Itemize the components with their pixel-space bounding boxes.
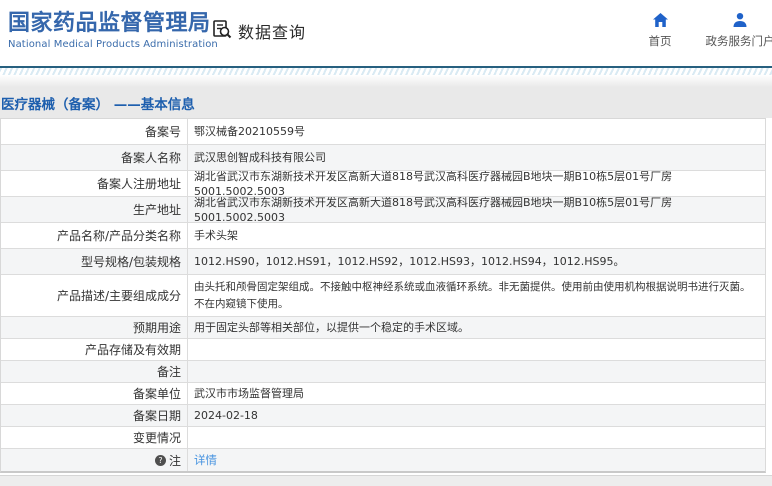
- logo-subtitle: National Medical Products Administration: [8, 39, 218, 50]
- row-value: 鄂汉械备20210559号: [194, 125, 305, 138]
- row-label: 变更情况: [1, 427, 188, 448]
- note-icon: [154, 454, 166, 466]
- table-row: 备注: [1, 361, 765, 383]
- row-label: 生产地址: [1, 197, 188, 222]
- page-footer-strip: [0, 475, 772, 486]
- note-row-label: 注: [1, 449, 188, 471]
- details-link[interactable]: 详情: [194, 453, 217, 468]
- row-value: 湖北省武汉市东湖新技术开发区高新大道818号武汉高科医疗器械园B地块一期B10栋…: [194, 171, 673, 196]
- basic-info-table: 备案号 鄂汉械备20210559号 备案人名称 武汉思创智成科技有限公司 备案人…: [0, 118, 766, 473]
- data-query-icon: [211, 18, 233, 44]
- data-query-label: 数据查询: [238, 23, 307, 42]
- logo-title: 国家药品监督管理局: [8, 11, 211, 36]
- row-label: 型号规格/包装规格: [1, 249, 188, 274]
- page-title-bar: 医疗器械（备案） ——基本信息: [0, 87, 772, 118]
- site-header: 国家药品监督管理局 National Medical Products Admi…: [0, 0, 772, 66]
- table-row: 备案日期 2024-02-18: [1, 405, 765, 427]
- user-icon: [700, 12, 772, 28]
- nav-home[interactable]: 首页: [638, 12, 682, 49]
- row-label: 注: [168, 453, 181, 468]
- row-value: [188, 427, 765, 448]
- table-row: 注 详情: [1, 449, 765, 471]
- row-value: 手术头架: [194, 229, 238, 242]
- row-label: 产品名称/产品分类名称: [1, 223, 188, 248]
- row-value: [188, 361, 765, 382]
- row-value: 由头托和颅骨固定架组成。不接触中枢神经系统或血液循环系统。非无菌提供。使用前由使…: [194, 280, 751, 310]
- fade-band: [0, 75, 772, 87]
- nav-home-label: 首页: [648, 34, 672, 48]
- nav-portal-label: 政务服务门户: [705, 34, 772, 48]
- table-row: 预期用途 用于固定头部等相关部位，以提供一个稳定的手术区域。: [1, 317, 765, 339]
- nav-portal[interactable]: 政务服务门户: [700, 12, 772, 49]
- table-row: 产品描述/主要组成成分 由头托和颅骨固定架组成。不接触中枢神经系统或血液循环系统…: [1, 275, 765, 317]
- row-label: 备注: [1, 361, 188, 382]
- table-row: 备案人注册地址 湖北省武汉市东湖新技术开发区高新大道818号武汉高科医疗器械园B…: [1, 171, 765, 197]
- row-label: 备案单位: [1, 383, 188, 404]
- table-row: 型号规格/包装规格 1012.HS90，1012.HS91，1012.HS92，…: [1, 249, 765, 275]
- home-icon: [638, 12, 682, 28]
- row-label: 产品存储及有效期: [1, 339, 188, 360]
- row-value: 用于固定头部等相关部位，以提供一个稳定的手术区域。: [194, 321, 469, 334]
- row-value: 湖北省武汉市东湖新技术开发区高新大道818号武汉高科医疗器械园B地块一期B10栋…: [194, 197, 673, 222]
- data-query-heading: 数据查询: [211, 18, 306, 44]
- table-row: 备案单位 武汉市市场监督管理局: [1, 383, 765, 405]
- page-title: 医疗器械（备案） ——基本信息: [1, 96, 195, 113]
- row-value: 1012.HS90，1012.HS91，1012.HS92，1012.HS93，…: [194, 255, 625, 268]
- row-value: 详情: [188, 449, 765, 471]
- row-value: 2024-02-18: [194, 409, 258, 422]
- table-row: 产品名称/产品分类名称 手术头架: [1, 223, 765, 249]
- table-row: 生产地址 湖北省武汉市东湖新技术开发区高新大道818号武汉高科医疗器械园B地块一…: [1, 197, 765, 223]
- table-row: 产品存储及有效期: [1, 339, 765, 361]
- row-label: 备案日期: [1, 405, 188, 426]
- row-value: 武汉市市场监督管理局: [194, 387, 304, 400]
- table-row: 备案号 鄂汉械备20210559号: [1, 119, 765, 145]
- row-label: 备案人名称: [1, 145, 188, 170]
- hatch-band: [0, 68, 772, 75]
- row-label: 产品描述/主要组成成分: [1, 275, 188, 316]
- row-value: 武汉思创智成科技有限公司: [194, 151, 326, 164]
- row-label: 备案人注册地址: [1, 171, 188, 196]
- row-label: 备案号: [1, 119, 188, 144]
- nmpa-logo[interactable]: 国家药品监督管理局 National Medical Products Admi…: [8, 11, 218, 50]
- row-value: [188, 339, 765, 360]
- row-label: 预期用途: [1, 317, 188, 338]
- table-row: 变更情况: [1, 427, 765, 449]
- table-row: 备案人名称 武汉思创智成科技有限公司: [1, 145, 765, 171]
